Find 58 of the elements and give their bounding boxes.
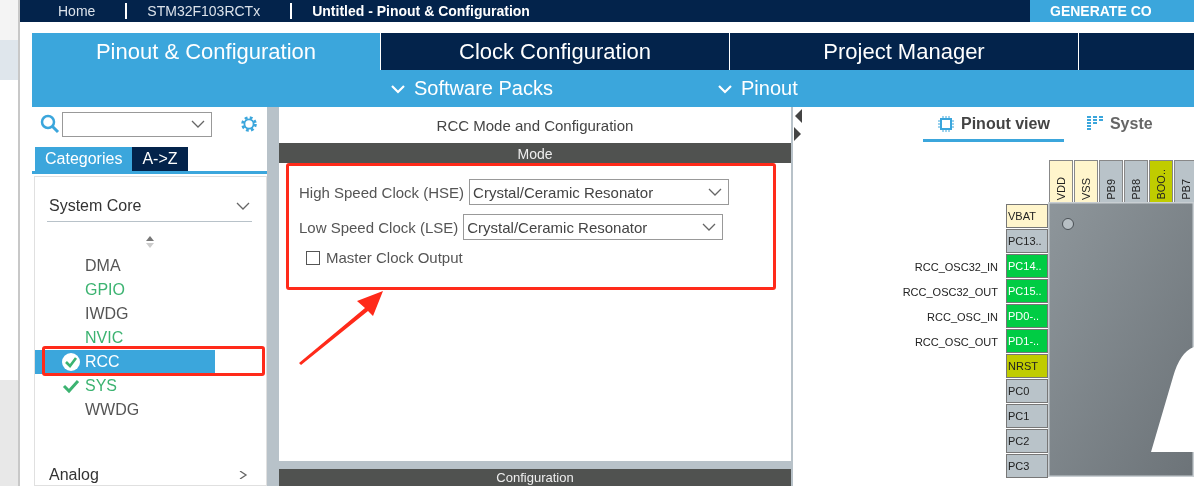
breadcrumb-item[interactable]: Home — [38, 3, 128, 19]
main-tab[interactable]: Clock Configuration — [381, 33, 730, 70]
chip-pin[interactable]: VDD — [1049, 160, 1073, 202]
breadcrumb-item[interactable]: STM32F103RCTx — [127, 3, 293, 19]
chip-pin[interactable]: PB9 — [1099, 160, 1123, 202]
signal-label: RCC_OSC_IN — [927, 310, 998, 323]
chip-pin[interactable]: PC2 — [1006, 429, 1048, 453]
signal-label: RCC_OSC32_OUT — [902, 285, 998, 298]
peripheral-label: DMA — [85, 257, 121, 275]
chip-pin[interactable]: NRST — [1006, 354, 1048, 378]
dropdown-field[interactable]: Crystal/Ceramic Resonator — [469, 179, 730, 205]
chip-pin[interactable]: VBAT — [1006, 204, 1048, 228]
section-header: Mode — [279, 143, 791, 163]
panel-title: RCC Mode and Configuration — [279, 107, 791, 143]
chip-pin[interactable]: BOO.. — [1149, 160, 1173, 202]
chevron-down-icon — [708, 188, 723, 196]
section-header: Configuration — [279, 469, 791, 486]
breadcrumb-item[interactable]: Untitled - Pinout & Configuration — [292, 3, 560, 19]
settings-icon[interactable] — [238, 113, 260, 135]
chevron-down-icon — [191, 120, 205, 128]
chip-pin[interactable]: PC0 — [1006, 379, 1048, 403]
chip-pin[interactable]: PC1 — [1006, 404, 1048, 428]
chip-pin[interactable]: PB7 — [1174, 160, 1194, 202]
chevron-down-icon — [717, 83, 733, 94]
grid-icon — [1085, 115, 1104, 133]
chip-pin[interactable]: VSS — [1074, 160, 1098, 202]
chip-icon — [937, 115, 955, 133]
field-label: Low Speed Clock (LSE) — [299, 218, 459, 236]
chevron-down-icon — [702, 223, 717, 231]
view-tab[interactable]: Pinout view — [923, 115, 1064, 142]
signal-label: RCC_OSC_OUT — [914, 335, 998, 348]
view-tab[interactable]: Syste — [1071, 115, 1167, 142]
sort-icon[interactable] — [145, 235, 155, 249]
search-icon — [40, 114, 60, 134]
checkbox[interactable] — [306, 250, 320, 265]
peripheral-label: IWDG — [85, 305, 129, 323]
peripheral-item[interactable]: DMA — [35, 254, 215, 278]
chip-pin[interactable]: PC13.. — [1006, 229, 1048, 253]
peripheral-label: NVIC — [85, 329, 124, 347]
chip-pin[interactable]: PC3 — [1006, 454, 1048, 478]
search-field[interactable] — [62, 111, 212, 137]
peripheral-label: WWDG — [85, 401, 140, 419]
dropdown-field[interactable]: Crystal/Ceramic Resonator — [463, 214, 724, 240]
peripheral-label: GPIO — [85, 281, 125, 299]
checkbox-label: Master Clock Output — [326, 249, 463, 266]
peripheral-item[interactable]: WWDG — [35, 398, 215, 422]
sidebar-tab[interactable]: A->Z — [132, 147, 188, 171]
main-tab[interactable]: Project Manager — [730, 33, 1079, 70]
category-header[interactable]: System Core — [47, 197, 252, 222]
field-label: High Speed Clock (HSE) — [299, 183, 465, 201]
chip-pin[interactable]: PB8 — [1124, 160, 1148, 202]
category-header[interactable]: Analog — [47, 466, 252, 484]
peripheral-label: SYS — [85, 377, 117, 395]
signal-label: RCC_OSC32_IN — [914, 260, 998, 273]
peripheral-item[interactable]: IWDG — [35, 302, 215, 326]
peripheral-label: RCC — [85, 353, 120, 371]
collapse-arrows-icon[interactable] — [793, 107, 803, 143]
chevron-down-icon — [390, 83, 406, 94]
